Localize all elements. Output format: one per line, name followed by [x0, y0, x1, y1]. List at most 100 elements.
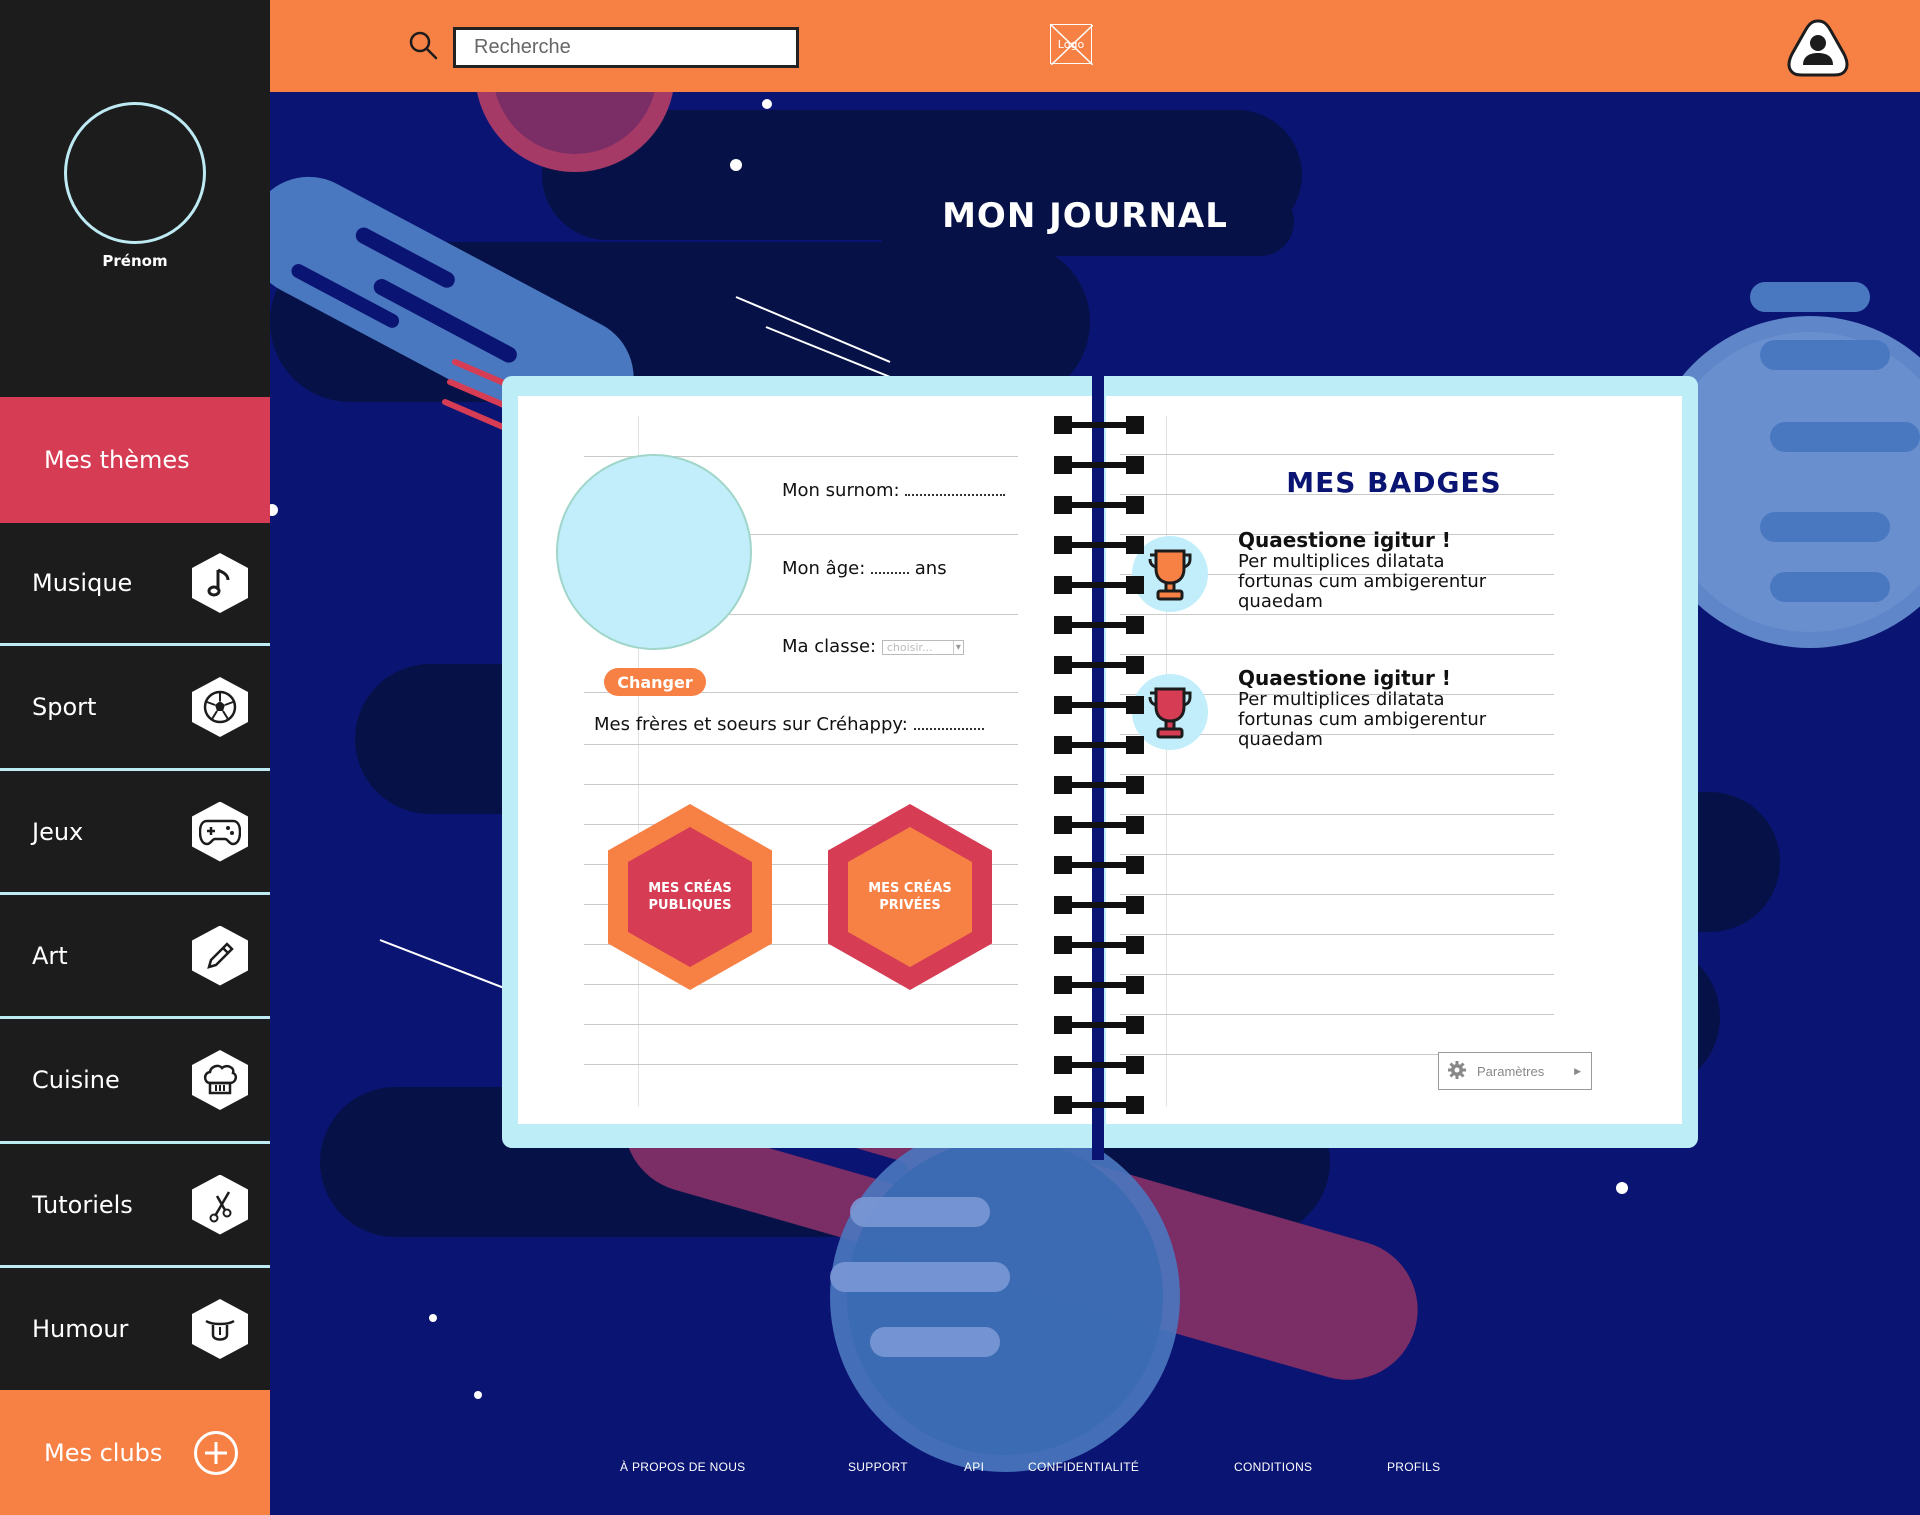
search-icon[interactable]	[408, 30, 438, 64]
private-creations-label-2: PRIVÉES	[879, 898, 941, 913]
spiral-ring	[1054, 1096, 1144, 1114]
badges-title: MES BADGES	[1286, 466, 1502, 499]
class-select[interactable]: choisir...	[881, 639, 964, 655]
gear-icon	[1447, 1060, 1467, 1083]
sidebar-item-label: Mes thèmes	[44, 446, 190, 474]
sidebar-item-tutorials[interactable]: Tutoriels	[0, 1144, 270, 1265]
nickname-value[interactable]	[905, 494, 1006, 496]
footer-link-about[interactable]: À PROPOS DE NOUS	[620, 1460, 746, 1474]
spiral-ring	[1054, 1016, 1144, 1034]
page-rule	[1120, 934, 1554, 935]
spiral-ring	[1054, 416, 1144, 434]
sidebar-item-my-clubs[interactable]: Mes clubs	[0, 1390, 270, 1515]
page-rule	[1120, 1014, 1554, 1015]
avatar[interactable]	[64, 102, 206, 244]
siblings-field[interactable]: Mes frères et soeurs sur Créhappy:	[594, 714, 984, 735]
badge-description: Per multiplices dilatata fortunas cum am…	[1238, 689, 1487, 750]
page-margin-line	[1166, 416, 1167, 1106]
profile-photo[interactable]	[556, 454, 752, 650]
spiral-ring	[1054, 656, 1144, 674]
badge-description: Per multiplices dilatata fortunas cum am…	[1238, 551, 1487, 612]
page-rule	[1120, 454, 1554, 455]
music-note-icon	[192, 553, 248, 613]
class-field: Ma classe: choisir...	[782, 636, 964, 657]
logo-text: Logo	[1057, 37, 1085, 51]
spiral-ring	[1054, 976, 1144, 994]
notebook-left-page: Mon surnom: Mon âge: ans Ma classe: choi…	[518, 396, 1096, 1124]
search-input[interactable]	[453, 27, 799, 68]
sidebar-item-art[interactable]: Art	[0, 895, 270, 1016]
page-rule	[1120, 774, 1554, 775]
public-creations-label-1: MES CRÉAS	[648, 881, 732, 896]
gamepad-icon	[192, 801, 248, 862]
change-photo-button[interactable]: Changer	[604, 668, 706, 696]
spiral-ring	[1054, 816, 1144, 834]
nickname-field[interactable]: Mon surnom:	[782, 480, 1006, 501]
journal-title: MON JOURNAL	[942, 196, 1228, 236]
sidebar-item-label: Mes clubs	[44, 1438, 163, 1467]
pencil-icon	[192, 925, 248, 986]
top-bar: Logo	[270, 0, 1920, 92]
footer-link-support[interactable]: SUPPORT	[848, 1460, 908, 1474]
user-profile-icon[interactable]	[1786, 18, 1850, 82]
spiral-ring	[1054, 896, 1144, 914]
page-rule	[584, 1024, 1018, 1025]
spiral-ring	[1054, 736, 1144, 754]
spiral-ring	[1054, 696, 1144, 714]
notebook-right-page: MES BADGES Quaestione igitur ! Per multi…	[1106, 396, 1682, 1124]
chef-hat-icon	[192, 1050, 248, 1110]
settings-label: Paramètres	[1477, 1063, 1545, 1079]
tongue-face-icon	[192, 1299, 248, 1359]
nickname-label: Mon surnom:	[782, 480, 900, 501]
sidebar-item-cooking[interactable]: Cuisine	[0, 1019, 270, 1141]
sidebar-item-games[interactable]: Jeux	[0, 771, 270, 892]
age-field[interactable]: Mon âge: ans	[782, 558, 947, 579]
public-creations-label-2: PUBLIQUES	[648, 898, 732, 913]
footer-link-terms[interactable]: CONDITIONS	[1234, 1460, 1312, 1474]
tools-icon	[192, 1174, 248, 1235]
age-unit: ans	[914, 558, 947, 579]
page-rule	[584, 1064, 1018, 1065]
sidebar-item-humor[interactable]: Humour	[0, 1268, 270, 1390]
page-rule	[584, 744, 1018, 745]
notebook: Mon surnom: Mon âge: ans Ma classe: choi…	[502, 372, 1698, 1160]
footer-link-profiles[interactable]: PROFILS	[1387, 1460, 1440, 1474]
sidebar-item-my-themes[interactable]: Mes thèmes	[0, 397, 270, 523]
spiral-ring	[1054, 776, 1144, 794]
spiral-ring	[1054, 496, 1144, 514]
sidebar-item-label: Jeux	[32, 817, 84, 846]
footer-link-api[interactable]: API	[964, 1460, 984, 1474]
page-rule	[1120, 814, 1554, 815]
notebook-spine	[1092, 372, 1104, 1160]
page-rule	[584, 984, 1018, 985]
sidebar-item-label: Humour	[32, 1315, 129, 1343]
sidebar-item-sport[interactable]: Sport	[0, 646, 270, 768]
spiral-ring	[1054, 1056, 1144, 1074]
sidebar-item-label: Cuisine	[32, 1066, 120, 1094]
add-club-plus-icon[interactable]	[194, 1430, 238, 1475]
sidebar-item-label: Tutoriels	[32, 1190, 133, 1219]
spiral-ring	[1054, 576, 1144, 594]
spiral-ring	[1054, 616, 1144, 634]
page-rule	[1120, 974, 1554, 975]
sidebar-item-music[interactable]: Musique	[0, 523, 270, 643]
sidebar: Prénom Mes thèmes Musique Sport Jeux Art…	[0, 0, 270, 1515]
logo[interactable]: Logo	[1050, 24, 1093, 65]
age-value[interactable]	[871, 572, 910, 574]
class-label: Ma classe:	[782, 636, 877, 657]
spiral-ring	[1054, 536, 1144, 554]
private-creations-button[interactable]: MES CRÉAS PRIVÉES	[828, 804, 992, 990]
private-creations-label-1: MES CRÉAS	[868, 881, 952, 896]
settings-button[interactable]: Paramètres ▶	[1438, 1052, 1592, 1090]
siblings-label: Mes frères et soeurs sur Créhappy:	[594, 714, 908, 735]
siblings-value[interactable]	[913, 728, 984, 730]
sidebar-item-label: Sport	[32, 693, 97, 721]
sidebar-item-label: Musique	[32, 569, 133, 597]
page-rule	[1120, 894, 1554, 895]
page-rule	[1120, 614, 1554, 615]
footer-link-privacy[interactable]: CONFIDENTIALITÉ	[1028, 1460, 1139, 1474]
user-first-name: Prénom	[102, 252, 168, 270]
public-creations-button[interactable]: MES CRÉAS PUBLIQUES	[608, 804, 772, 990]
soccer-ball-icon	[192, 677, 248, 737]
page-rule	[584, 784, 1018, 785]
